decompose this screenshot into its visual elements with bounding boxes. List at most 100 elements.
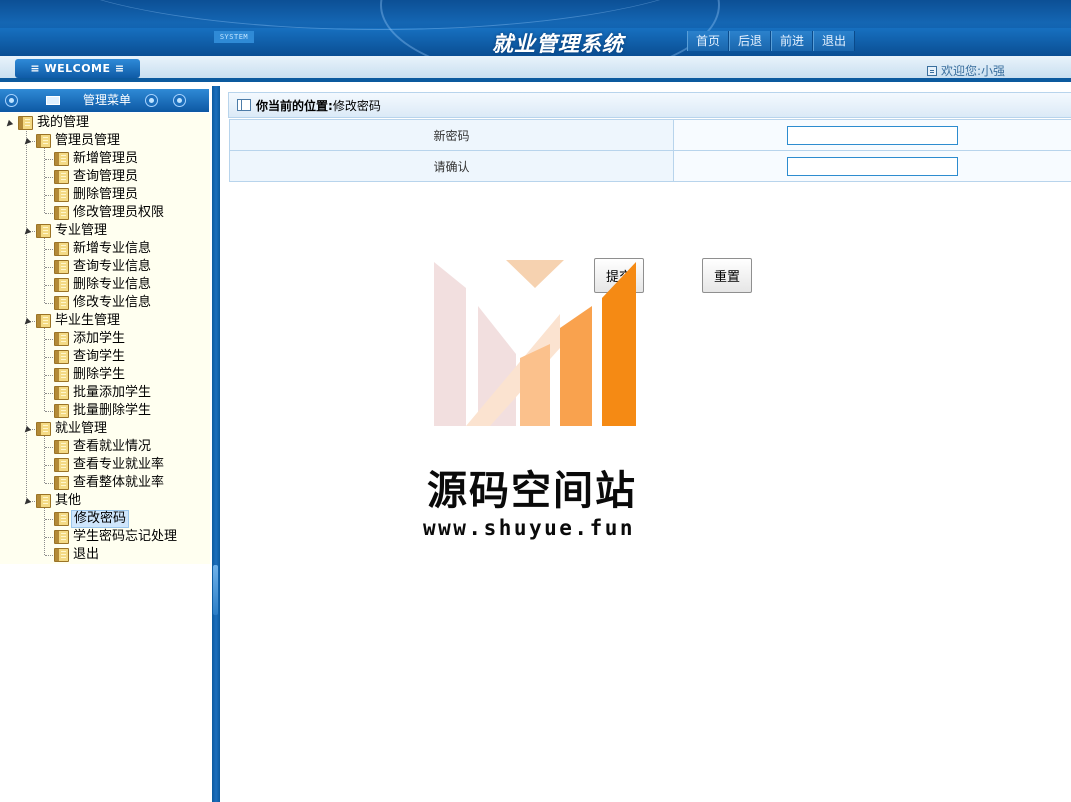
system-tag: SYSTEM [214, 31, 254, 43]
tree-item[interactable]: 查看专业就业率 [54, 456, 166, 474]
breadcrumb: 你当前的位置: 修改密码 [228, 92, 1071, 118]
top-nav: 首页 后退 前进 退出 [687, 31, 856, 51]
tree-item-label: 查看专业就业率 [73, 457, 165, 472]
tree-item[interactable]: 添加学生 [54, 330, 127, 348]
circle-icon [173, 94, 186, 107]
nav-forward[interactable]: 前进 [771, 31, 814, 51]
expander-icon[interactable]: ▲ [19, 225, 32, 238]
tree-item[interactable]: 删除学生 [54, 366, 127, 384]
top-header: SYSTEM 就业管理系统 首页 后退 前进 退出 [0, 0, 1071, 56]
folder-book-icon [36, 494, 51, 508]
tree-connector [45, 249, 53, 250]
tree-connector [45, 519, 53, 520]
tree-item-label: 管理员管理 [55, 133, 121, 148]
tree-connector [45, 177, 53, 178]
tree-connector [44, 434, 45, 483]
tree-item[interactable]: 修改专业信息 [54, 294, 153, 312]
tree-item[interactable]: 查看整体就业率 [54, 474, 166, 492]
tree-connector [45, 375, 53, 376]
nav-home[interactable]: 首页 [687, 31, 730, 51]
tree-item[interactable]: 新增管理员 [54, 150, 140, 168]
folder-book-icon [54, 386, 69, 400]
folder-book-icon [54, 170, 69, 184]
tree-item-label: 批量添加学生 [73, 385, 152, 400]
tree-item[interactable]: 查看就业情况 [54, 438, 153, 456]
tree-item-label: 修改专业信息 [73, 295, 152, 310]
circle-icon [5, 94, 18, 107]
tree-connector [45, 447, 53, 448]
folder-book-icon [54, 278, 69, 292]
expander-icon[interactable]: ▲ [19, 315, 32, 328]
tree-item[interactable]: 修改管理员权限 [54, 204, 166, 222]
tree-connector [44, 146, 45, 213]
tree-item[interactable]: 其他 [36, 492, 83, 510]
tree-item-label: 查询管理员 [73, 169, 139, 184]
expander-icon[interactable]: ▲ [19, 495, 32, 508]
tree-item[interactable]: 查询学生 [54, 348, 127, 366]
welcome-strip: ≡ WELCOME ≡ 欢迎您:小强 [0, 56, 1071, 82]
tree-item-label: 查看就业情况 [73, 439, 152, 454]
folder-book-icon [54, 152, 69, 166]
confirm-password-input[interactable] [787, 156, 958, 176]
folder-book-icon [54, 476, 69, 490]
expander-icon[interactable]: ▲ [19, 423, 32, 436]
folder-book-icon [36, 422, 51, 436]
splitter-grip[interactable] [213, 565, 218, 615]
form-row: 新密码 [229, 119, 1071, 151]
menu-title: 管理菜单 [83, 93, 132, 107]
tree-connector [45, 285, 53, 286]
tree-item[interactable]: 查询管理员 [54, 168, 140, 186]
tree-item[interactable]: 退出 [54, 546, 101, 564]
tree-item[interactable]: 批量删除学生 [54, 402, 153, 420]
expander-icon[interactable]: ▲ [19, 135, 32, 148]
tree-item-label: 新增管理员 [73, 151, 139, 166]
tree-item[interactable]: 查询专业信息 [54, 258, 153, 276]
sidebar-splitter[interactable] [212, 86, 220, 802]
tree-connector [45, 267, 53, 268]
tree-item[interactable]: 毕业生管理 [36, 312, 122, 330]
tree-item-label: 删除学生 [73, 367, 126, 382]
new-password-label: 新密码 [229, 119, 674, 151]
expander-icon[interactable]: ▲ [1, 117, 14, 130]
tree-item[interactable]: 批量添加学生 [54, 384, 153, 402]
folder-book-icon [54, 242, 69, 256]
circle-icon [145, 94, 158, 107]
menu-header: 管理菜单 [0, 89, 209, 112]
tree-item-label: 学生密码忘记处理 [73, 529, 178, 544]
tree-item[interactable]: 新增专业信息 [54, 240, 153, 258]
tree-connector [45, 465, 53, 466]
folder-book-icon [36, 134, 51, 148]
tree-item[interactable]: 修改密码 [54, 510, 130, 528]
tree-connector [45, 303, 53, 304]
tree-item-label: 添加学生 [73, 331, 126, 346]
new-password-input[interactable] [787, 125, 958, 145]
tree-item[interactable]: 就业管理 [36, 420, 109, 438]
tree-item-label: 批量删除学生 [73, 403, 152, 418]
tree-item[interactable]: 我的管理 [18, 114, 91, 132]
tree-connector [44, 236, 45, 303]
tree-item[interactable]: 管理员管理 [36, 132, 122, 150]
form-row: 请确认 [229, 150, 1071, 182]
envelope-icon [46, 96, 60, 105]
tree-item-label: 修改管理员权限 [73, 205, 165, 220]
tree-connector [45, 555, 53, 556]
nav-logout[interactable]: 退出 [813, 31, 856, 51]
tree-item[interactable]: 删除专业信息 [54, 276, 153, 294]
tree-connector [45, 537, 53, 538]
folder-book-icon [54, 332, 69, 346]
tree-item-label: 毕业生管理 [55, 313, 121, 328]
reset-button[interactable]: 重置 [702, 258, 752, 293]
folder-book-icon [54, 296, 69, 310]
tree-item[interactable]: 删除管理员 [54, 186, 140, 204]
folder-book-icon [54, 530, 69, 544]
watermark-url: www.shuyue.fun [423, 516, 636, 540]
tree-item-label: 删除专业信息 [73, 277, 152, 292]
breadcrumb-current: 修改密码 [332, 98, 381, 113]
tree-item-label: 修改密码 [71, 510, 130, 528]
password-form: 新密码 请确认 [229, 119, 1071, 182]
folder-book-icon [36, 314, 51, 328]
tree-item[interactable]: 专业管理 [36, 222, 109, 240]
nav-back[interactable]: 后退 [729, 31, 772, 51]
form-cell [673, 150, 1071, 182]
tree-item[interactable]: 学生密码忘记处理 [54, 528, 179, 546]
